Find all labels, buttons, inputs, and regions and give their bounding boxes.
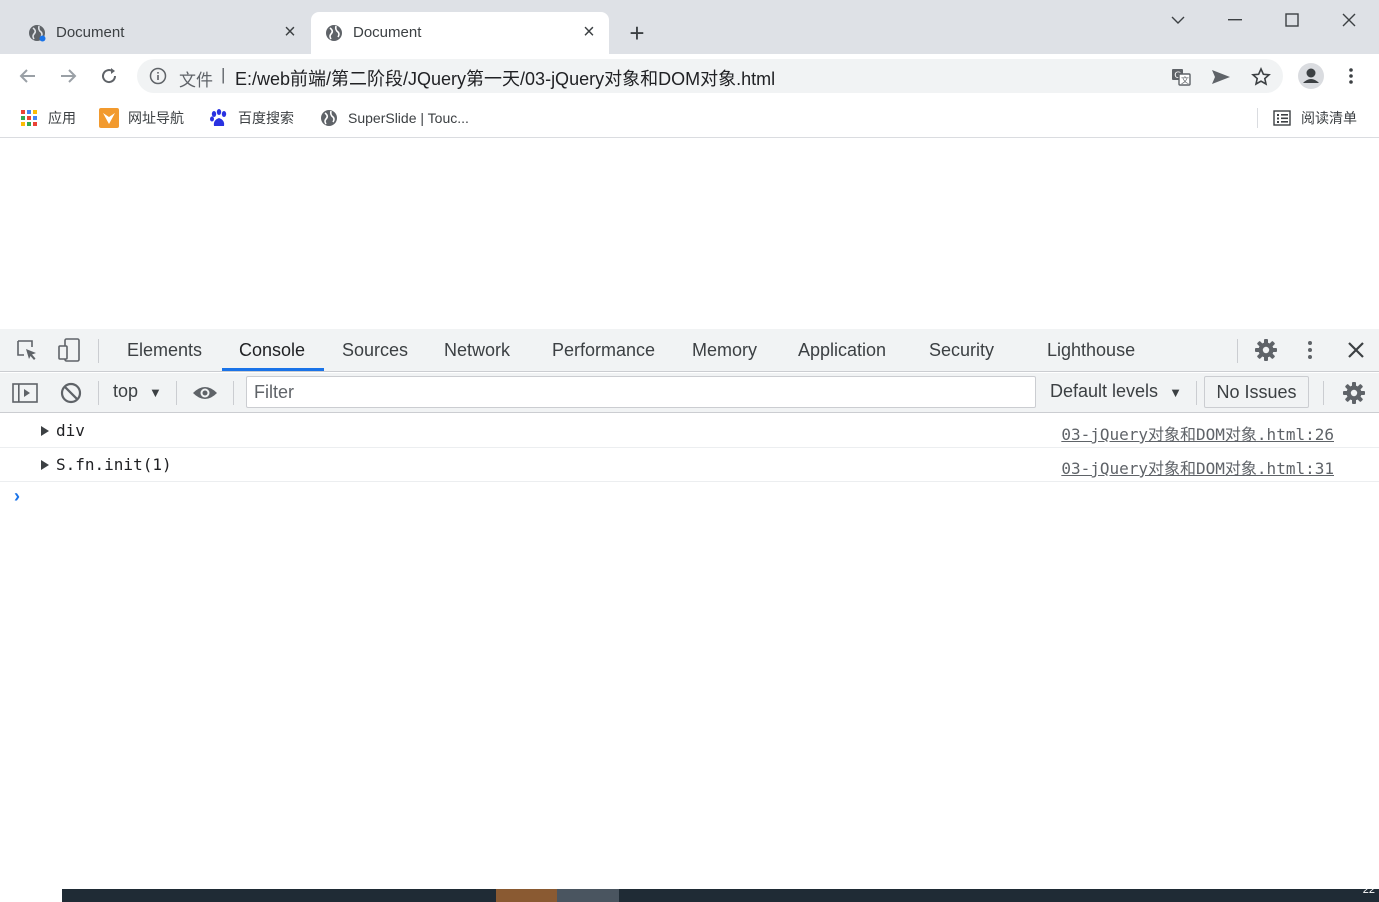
translate-icon[interactable]: G文 (1170, 66, 1192, 88)
console-prompt-icon[interactable]: › (14, 486, 20, 507)
issues-button[interactable]: No Issues (1204, 376, 1309, 408)
bookmark-label: 网址导航 (128, 110, 184, 126)
tab-memory[interactable]: Memory (692, 329, 757, 371)
new-tab-button[interactable]: + (622, 18, 652, 48)
console-message[interactable]: div 03-jQuery对象和DOM对象.html:26 (0, 414, 1379, 448)
globe-icon (319, 108, 339, 128)
reading-list-icon (1272, 108, 1292, 128)
live-expression-eye-icon[interactable] (191, 379, 219, 407)
tab-security[interactable]: Security (929, 329, 994, 371)
tab-network[interactable]: Network (444, 329, 510, 371)
active-tab-indicator (222, 368, 324, 371)
scheme-label: 文件 (179, 71, 213, 90)
log-levels-label: Default levels (1050, 381, 1159, 401)
devtools-tab-bar: Elements Console Sources Network Perform… (0, 329, 1379, 372)
bookmark-label: 应用 (48, 110, 76, 126)
forward-button[interactable] (52, 60, 84, 92)
browser-window: Document × Document × + 文件 | E:/web前端/第二… (0, 0, 1379, 902)
taskbar-clock: 22 (1362, 884, 1375, 896)
dropdown-triangle-icon: ▼ (149, 385, 162, 400)
browser-menu-icon[interactable] (1335, 60, 1367, 92)
address-bar[interactable]: 文件 | E:/web前端/第二阶段/JQuery第一天/03-jQuery对象… (137, 59, 1283, 93)
toolbar-separator (176, 381, 177, 405)
devtools-panel: Elements Console Sources Network Perform… (0, 329, 1379, 890)
bookmark-label: SuperSlide | Touc... (348, 110, 469, 126)
console-settings-gear-icon[interactable] (1340, 379, 1368, 407)
expand-triangle-icon[interactable] (41, 426, 49, 436)
filter-placeholder: Filter (254, 382, 294, 402)
devtools-more-icon[interactable] (1296, 336, 1324, 364)
tab-lighthouse[interactable]: Lighthouse (1047, 329, 1135, 371)
taskbar-app-button[interactable] (557, 889, 619, 902)
console-message-text: S.fn.init(1) (56, 455, 172, 474)
toolbar-separator (98, 381, 99, 405)
bookmark-apps[interactable]: 应用 (19, 107, 76, 129)
globe-icon (325, 24, 343, 42)
browser-toolbar: 文件 | E:/web前端/第二阶段/JQuery第一天/03-jQuery对象… (0, 54, 1379, 98)
console-toolbar: top ▼ Filter Default levels ▼ No Issues (0, 373, 1379, 413)
tab-search-chevron-icon[interactable] (1150, 0, 1206, 40)
tab-application[interactable]: Application (798, 329, 886, 371)
reading-list-button[interactable]: 阅读清单 (1272, 107, 1357, 129)
inspect-element-icon[interactable] (13, 336, 41, 364)
console-message[interactable]: S.fn.init(1) 03-jQuery对象和DOM对象.html:31 (0, 448, 1379, 482)
info-icon[interactable] (149, 67, 167, 85)
context-selector[interactable]: top ▼ (113, 381, 162, 402)
os-taskbar: 22 (62, 884, 1379, 902)
bookmarks-bar: 应用 网址导航 百度搜索 SuperSlide | Touc... 阅读清单 (0, 98, 1379, 138)
back-button[interactable] (12, 60, 44, 92)
console-filter-input[interactable]: Filter (246, 376, 1036, 408)
bookmark-star-icon[interactable] (1250, 66, 1272, 88)
tab-sources[interactable]: Sources (342, 329, 408, 371)
tab-title: Document (353, 24, 422, 41)
minimize-button[interactable] (1207, 0, 1263, 40)
toolbar-separator (1237, 339, 1238, 363)
devtools-settings-gear-icon[interactable] (1252, 336, 1280, 364)
reload-button[interactable] (93, 60, 125, 92)
close-tab-icon[interactable]: × (280, 22, 300, 42)
send-to-devices-icon[interactable] (1210, 66, 1232, 88)
clear-console-icon[interactable] (57, 379, 85, 407)
toolbar-separator (1323, 381, 1324, 405)
tab-console[interactable]: Console (239, 329, 305, 371)
taskbar-app-button[interactable] (496, 889, 557, 902)
reading-list-label: 阅读清单 (1301, 110, 1357, 126)
baidu-paw-icon (209, 108, 229, 128)
console-source-link[interactable]: 03-jQuery对象和DOM对象.html:31 (1061, 455, 1334, 479)
svg-text:文: 文 (1181, 75, 1189, 85)
console-message-text: div (56, 421, 85, 440)
nav-favicon (99, 108, 119, 128)
context-selector-value: top (113, 381, 139, 401)
maximize-button[interactable] (1264, 0, 1320, 40)
device-toolbar-icon[interactable] (55, 336, 83, 364)
profile-avatar-icon[interactable] (1295, 60, 1327, 92)
close-window-button[interactable] (1321, 0, 1377, 40)
scheme-separator: | (221, 65, 226, 84)
toolbar-separator (233, 381, 234, 405)
console-sidebar-icon[interactable] (11, 379, 39, 407)
globe-icon (28, 24, 46, 42)
bookmarks-divider (1257, 108, 1258, 128)
tab-elements[interactable]: Elements (127, 329, 202, 371)
bookmark-baidu[interactable]: 百度搜索 (209, 107, 294, 129)
toolbar-separator (98, 339, 99, 363)
tab-title: Document (56, 24, 125, 41)
bookmark-superslide[interactable]: SuperSlide | Touc... (319, 107, 469, 129)
dropdown-triangle-icon: ▼ (1169, 385, 1182, 400)
tab-document-active[interactable]: Document × (311, 12, 609, 54)
close-tab-icon[interactable]: × (579, 22, 599, 42)
url-text[interactable]: E:/web前端/第二阶段/JQuery第一天/03-jQuery对象和DOM对… (235, 65, 775, 91)
bookmark-nav[interactable]: 网址导航 (99, 107, 184, 129)
console-source-link[interactable]: 03-jQuery对象和DOM对象.html:26 (1061, 421, 1334, 445)
toolbar-separator (1196, 381, 1197, 405)
bookmark-label: 百度搜索 (238, 110, 294, 126)
apps-grid-icon (19, 108, 39, 128)
devtools-close-icon[interactable] (1342, 336, 1370, 364)
log-levels-dropdown[interactable]: Default levels ▼ (1050, 381, 1182, 402)
tab-document-inactive[interactable]: Document × (14, 12, 310, 54)
expand-triangle-icon[interactable] (41, 460, 49, 470)
tab-performance[interactable]: Performance (552, 329, 655, 371)
page-content (0, 139, 1379, 329)
tab-strip: Document × Document × + (0, 0, 1379, 54)
